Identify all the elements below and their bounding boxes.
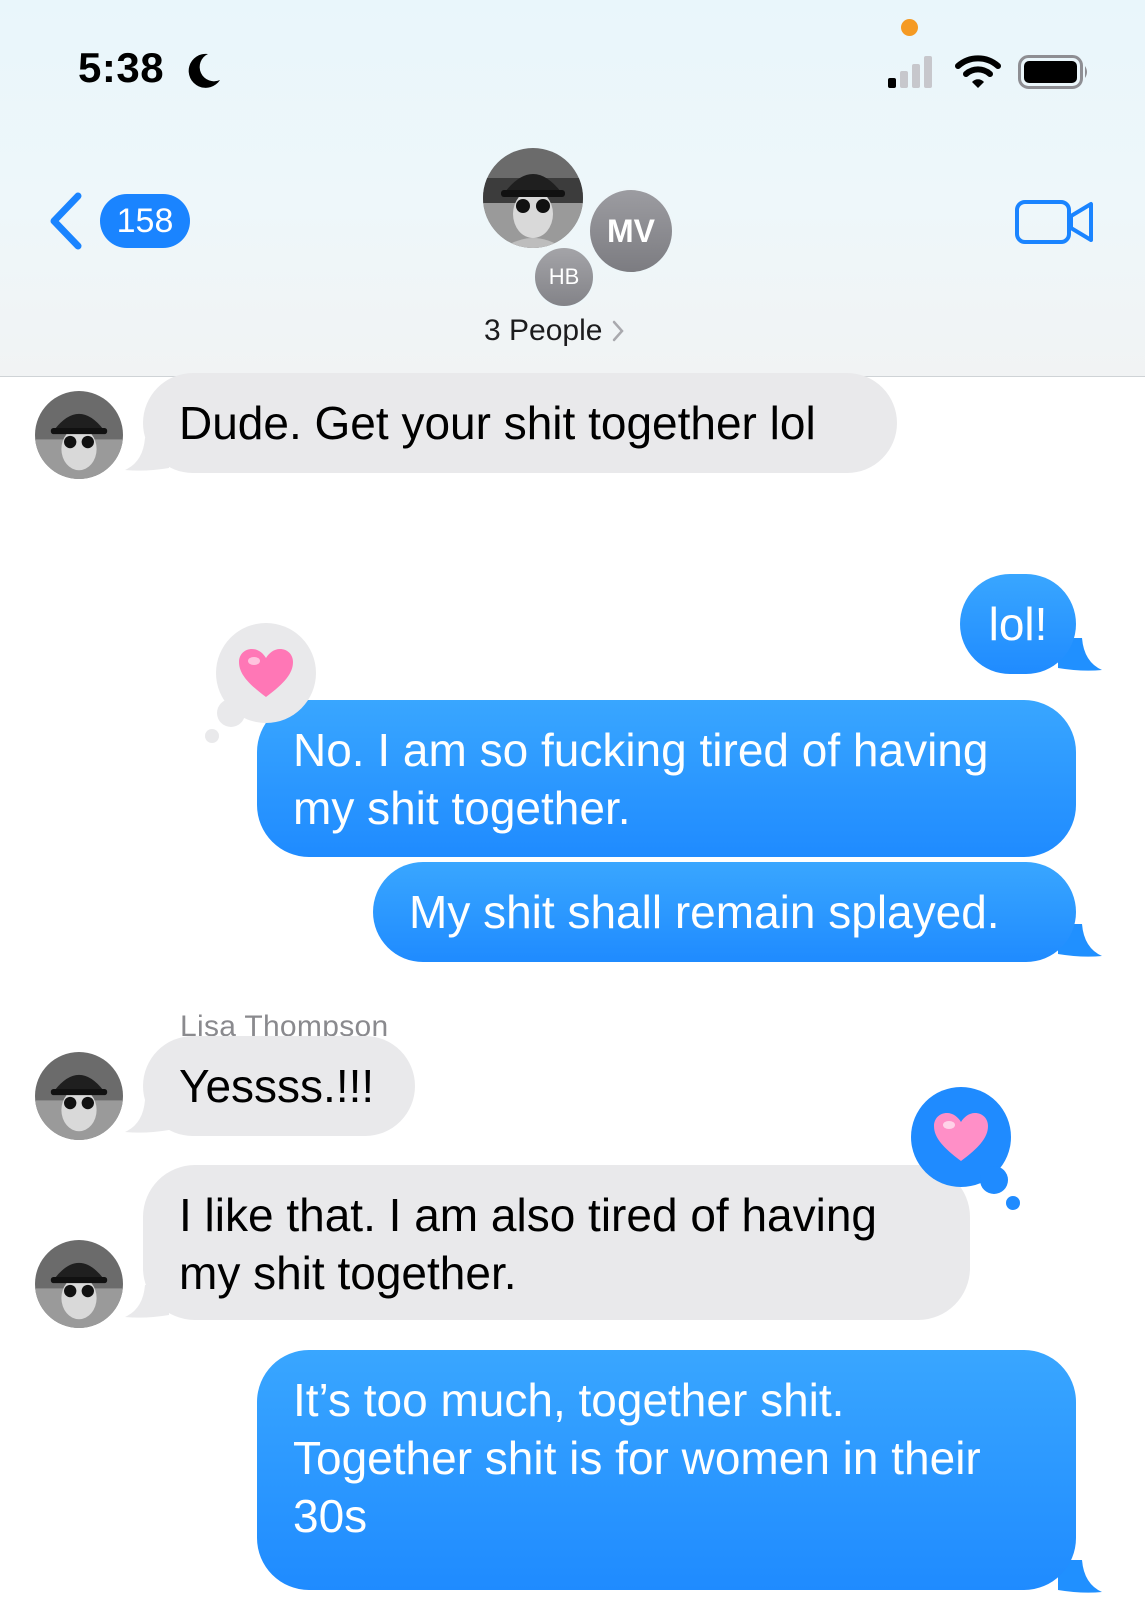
participant-avatar-mv[interactable]: MV [588,188,674,274]
contact-photo-icon [483,148,583,248]
contact-photo-icon [35,1240,123,1328]
reaction-tail-dot [1006,1196,1020,1210]
heart-icon [239,649,293,697]
status-bar-time: 5:38 [78,44,165,91]
message-text: My shit shall remain splayed. [409,886,1000,938]
message-bubble-incoming[interactable]: Dude. Get your shit together lol [143,373,897,473]
group-details-button[interactable]: 3 People [484,314,625,348]
group-avatar-photo[interactable] [483,148,583,248]
contact-photo-icon [35,391,123,479]
message-bubble-outgoing[interactable]: lol! [960,574,1076,674]
message-text: Yessss.!!! [179,1060,375,1112]
message-text: lol! [988,598,1048,650]
video-camera-icon[interactable] [1015,196,1095,248]
message-text: No. I am so fucking tired of having my s… [293,724,989,834]
heart-icon [934,1113,988,1161]
unread-count-badge: 158 [100,194,190,248]
message-bubble-incoming[interactable]: I like that. I am also tired of having m… [143,1165,970,1320]
message-text: It’s too much, together shit. Together s… [293,1374,981,1542]
back-button[interactable]: 158 [46,190,190,252]
reaction-tail-dot [217,699,245,727]
group-name-label: 3 People [484,314,603,347]
contact-photo-icon [35,1052,123,1140]
reaction-tail-dot [980,1166,1008,1194]
chevron-left-icon [50,192,82,250]
contact-avatar[interactable] [35,1240,123,1328]
battery-icon [1018,55,1087,89]
wifi-icon [955,55,1001,88]
conversation-header: 5:38 158 MV HB 3 People [0,0,1145,377]
message-text: I like that. I am also tired of having m… [179,1189,878,1299]
message-bubble-outgoing[interactable]: No. I am so fucking tired of having my s… [257,700,1076,857]
message-text: Dude. Get your shit together lol [179,397,816,449]
contact-avatar[interactable] [35,391,123,479]
cellular-signal-icon [888,56,932,88]
participant-avatar-hb[interactable]: HB [533,246,595,308]
moon-icon [188,53,220,88]
message-bubble-incoming[interactable]: Yessss.!!! [143,1036,415,1136]
reaction-tail-dot [205,729,219,743]
message-bubble-outgoing[interactable]: My shit shall remain splayed. [373,862,1076,962]
contact-avatar[interactable] [35,1052,123,1140]
message-bubble-outgoing[interactable]: It’s too much, together shit. Together s… [257,1350,1076,1590]
microphone-indicator-dot [901,19,918,36]
chevron-right-icon [613,320,625,342]
